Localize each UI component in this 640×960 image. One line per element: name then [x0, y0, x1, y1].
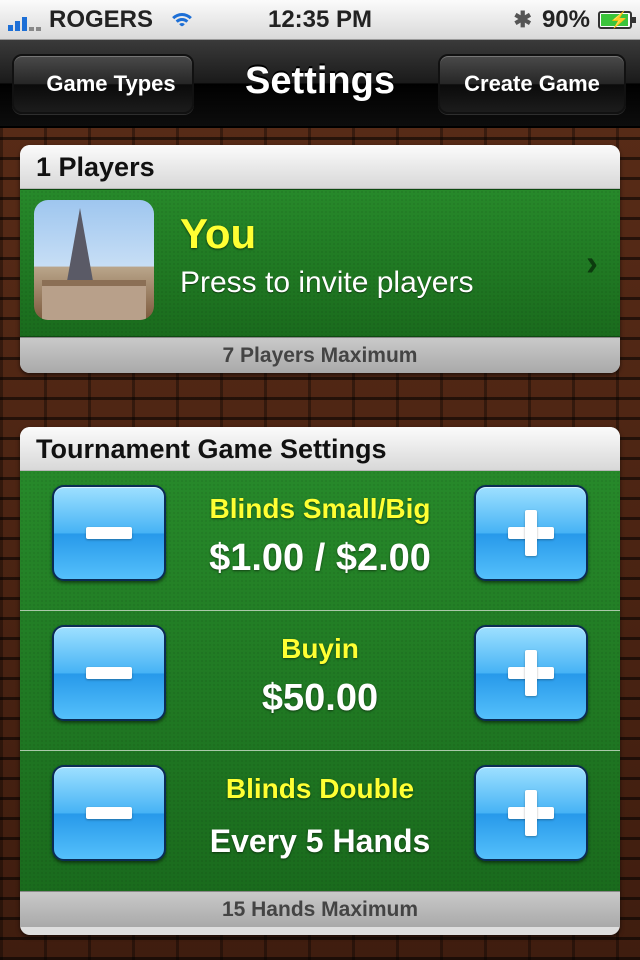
chevron-right-icon: ›	[586, 242, 598, 283]
setting-row-blinds: Blinds Small/Big $1.00 / $2.00	[20, 471, 620, 611]
setting-label: Blinds Double	[225, 773, 415, 804]
blinds-decrease-button[interactable]	[52, 485, 166, 581]
settings-list: Blinds Small/Big $1.00 / $2.00 Buyin $50…	[20, 471, 620, 891]
players-header: 1 Players	[20, 145, 620, 189]
bluetooth-icon: ✱	[513, 7, 532, 32]
back-button-label: Game Types	[46, 71, 176, 96]
player-name: You	[180, 210, 257, 257]
buyin-increase-button[interactable]	[474, 625, 588, 721]
players-footer: 7 Players Maximum	[20, 337, 620, 373]
plus-icon	[508, 790, 554, 836]
setting-value: Every 5 Hands	[209, 823, 431, 859]
status-bar: ROGERS 12:35 PM ✱ 90% ⚡	[0, 0, 640, 40]
invite-text: Press to invite players	[180, 266, 474, 299]
setting-value: $1.00 / $2.00	[209, 537, 431, 579]
plus-icon	[508, 650, 554, 696]
players-panel: 1 Players You Press to invite players › …	[20, 145, 620, 373]
battery-percent: 90%	[541, 6, 590, 33]
blinds-increase-button[interactable]	[474, 485, 588, 581]
create-game-label: Create Game	[464, 71, 600, 96]
blinds-double-increase-button[interactable]	[474, 765, 588, 861]
setting-label: Buyin	[281, 633, 359, 664]
avatar	[34, 200, 154, 320]
setting-row-buyin: Buyin $50.00	[20, 611, 620, 751]
minus-icon	[86, 527, 132, 539]
create-game-button[interactable]: Create Game	[438, 54, 626, 114]
minus-icon	[86, 807, 132, 819]
settings-footer: 15 Hands Maximum	[20, 891, 620, 927]
settings-header: Tournament Game Settings	[20, 427, 620, 471]
battery-icon: ⚡	[598, 11, 636, 29]
setting-row-blinds-double: Blinds Double Every 5 Hands	[20, 751, 620, 891]
buyin-decrease-button[interactable]	[52, 625, 166, 721]
tournament-settings-panel: Tournament Game Settings Blinds Small/Bi…	[20, 427, 620, 935]
minus-icon	[86, 667, 132, 679]
blinds-double-decrease-button[interactable]	[52, 765, 166, 861]
setting-value: $50.00	[261, 677, 379, 719]
invite-players-row[interactable]: You Press to invite players ›	[20, 189, 620, 337]
plus-icon	[508, 510, 554, 556]
navigation-bar: Game Types Settings Create Game	[0, 40, 640, 128]
setting-label: Blinds Small/Big	[209, 493, 431, 524]
